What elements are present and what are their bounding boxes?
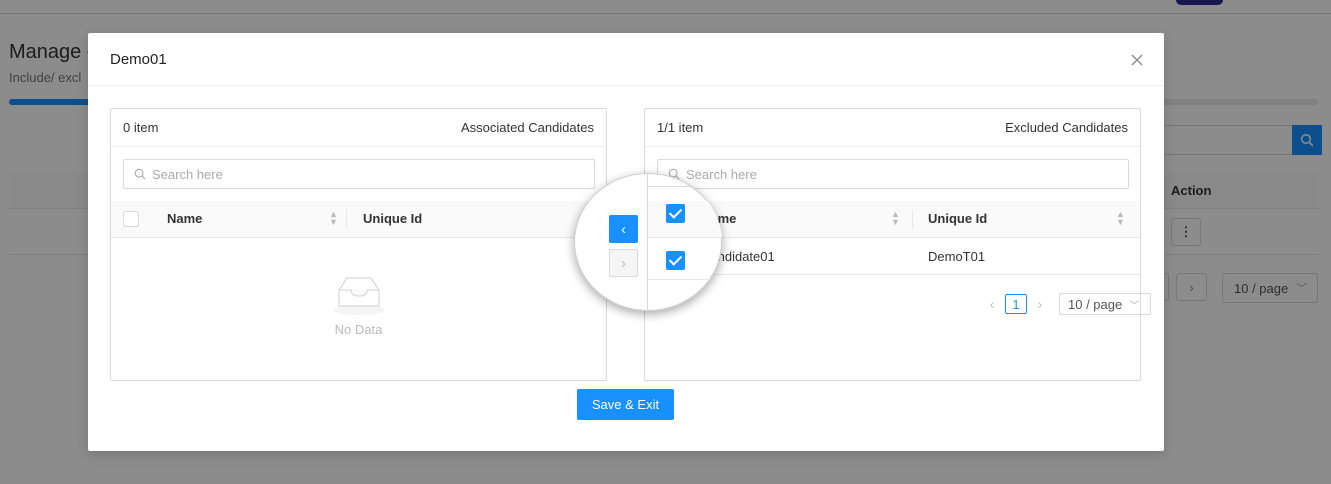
panel-header: 1/1 item Excluded Candidates — [645, 109, 1140, 147]
save-and-exit-button[interactable]: Save & Exit — [577, 389, 674, 420]
chevron-right-icon[interactable]: › — [1033, 296, 1047, 312]
chevron-left-icon[interactable]: ‹ — [985, 296, 999, 312]
search-field[interactable] — [657, 159, 1129, 189]
zoom-magnifier: ‹ › — [574, 173, 722, 311]
magnified-row-checkbox — [666, 251, 685, 270]
page-size-select[interactable]: 10 / page ﹀ — [1059, 293, 1151, 315]
empty-inbox-icon — [332, 277, 385, 315]
item-count: 1/1 item — [657, 120, 704, 135]
panel-header: 0 item Associated Candidates — [111, 109, 606, 147]
modal-title: Demo01 — [110, 51, 167, 68]
sort-icon[interactable]: ▲ ▼ — [1116, 210, 1125, 227]
candidate-unique-id: DemoT01 — [928, 249, 986, 264]
modal-header: Demo01 — [88, 33, 1164, 86]
search-field[interactable] — [123, 159, 595, 189]
current-page-button[interactable]: 1 — [1005, 294, 1027, 314]
associated-candidates-panel: 0 item Associated Candidates Name ▲▼ Uni… — [110, 108, 607, 381]
chevron-right-icon: › — [621, 254, 626, 272]
pagination: ‹ 1 › 10 / page ﹀ — [985, 293, 1151, 315]
column-divider — [912, 210, 913, 229]
name-column-header: Name — [167, 211, 203, 226]
empty-text: No Data — [334, 322, 383, 337]
page-size-value: 10 / page — [1068, 296, 1123, 312]
item-count: 0 item — [123, 120, 159, 135]
close-icon[interactable] — [1127, 51, 1147, 71]
magnified-move-left-button: ‹ — [609, 215, 638, 243]
empty-state: No Data — [111, 274, 606, 354]
column-divider — [346, 210, 347, 229]
panel-title: Associated Candidates — [461, 120, 594, 135]
chevron-left-icon: ‹ — [621, 220, 626, 238]
unique-id-column-header: Unique Id — [928, 211, 988, 226]
magnified-table-row — [648, 238, 722, 280]
magnified-select-all-checkbox — [666, 204, 685, 223]
magnified-table-header — [648, 201, 722, 238]
select-all-checkbox[interactable] — [123, 211, 139, 227]
search-input[interactable] — [686, 166, 1106, 182]
panel-title: Excluded Candidates — [1005, 120, 1128, 135]
search-icon — [134, 168, 146, 180]
table-header: Name ▲ ▼ Unique Id — [111, 201, 606, 238]
chevron-down-icon: ﹀ — [1129, 300, 1140, 312]
search-input[interactable] — [152, 166, 572, 182]
sort-icon[interactable]: ▲ ▼ — [891, 210, 900, 227]
magnified-move-right-button: › — [609, 249, 638, 277]
unique-id-column-header: Unique Id — [363, 211, 423, 226]
magnified-search-edge — [648, 173, 722, 187]
sort-icon[interactable]: ▲ ▼ — [329, 210, 338, 227]
